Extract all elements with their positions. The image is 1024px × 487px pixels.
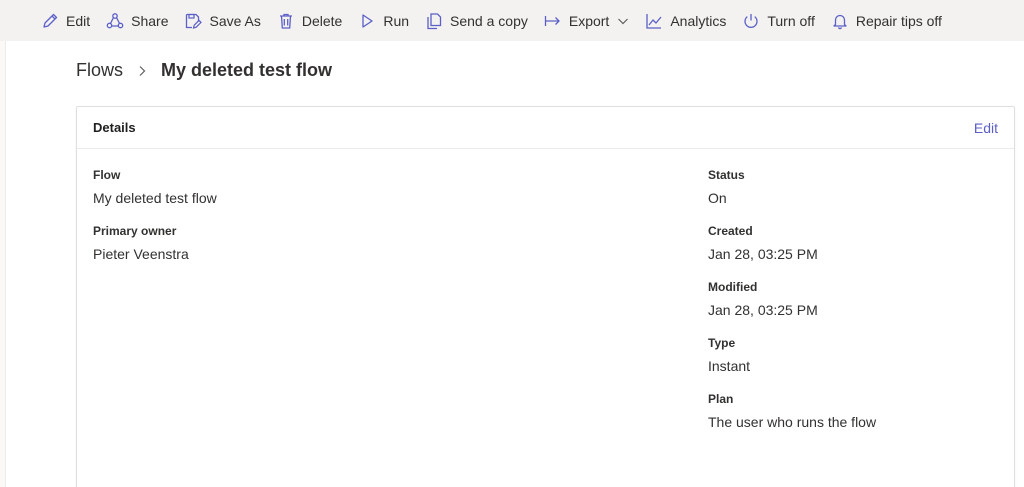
save-as-icon	[184, 12, 203, 30]
created-value: Jan 28, 03:25 PM	[708, 246, 818, 262]
power-icon	[742, 12, 760, 30]
field-flow: Flow My deleted test flow	[93, 167, 653, 208]
field-primary-owner: Primary owner Pieter Veenstra	[93, 223, 653, 264]
analytics-label: Analytics	[670, 12, 727, 29]
type-label: Type	[708, 336, 736, 350]
breadcrumb-flows-link[interactable]: Flows	[76, 60, 123, 81]
share-icon	[106, 12, 124, 30]
bell-icon	[831, 12, 849, 30]
edit-label: Edit	[66, 12, 91, 29]
trash-icon	[277, 12, 295, 30]
export-icon	[544, 12, 562, 30]
modified-value: Jan 28, 03:25 PM	[708, 302, 818, 318]
run-button[interactable]: Run	[358, 0, 409, 41]
edit-button[interactable]: Edit	[41, 0, 90, 41]
details-left-column: Flow My deleted test flow Primary owner …	[93, 167, 653, 279]
chevron-down-icon	[617, 15, 629, 27]
field-plan: Plan The user who runs the flow	[708, 391, 1008, 432]
send-a-copy-label: Send a copy	[450, 12, 528, 29]
pencil-icon	[41, 12, 59, 30]
field-status: Status On	[708, 167, 1008, 208]
send-a-copy-button[interactable]: Send a copy	[425, 0, 528, 41]
status-value: On	[708, 190, 727, 206]
details-card-header: Details Edit	[77, 107, 1014, 149]
turn-off-label: Turn off	[767, 12, 815, 29]
modified-label: Modified	[708, 280, 758, 294]
plan-value: The user who runs the flow	[708, 414, 877, 430]
delete-label: Delete	[301, 12, 343, 29]
analytics-icon	[645, 12, 663, 30]
details-right-column: Status On Created Jan 28, 03:25 PM Modif…	[708, 167, 1008, 447]
primary-owner-value: Pieter Veenstra	[93, 246, 189, 262]
save-as-label: Save As	[209, 12, 261, 29]
created-label: Created	[708, 224, 753, 238]
details-edit-link[interactable]: Edit	[974, 120, 998, 136]
share-label: Share	[131, 12, 169, 29]
analytics-button[interactable]: Analytics	[645, 0, 726, 41]
flow-label: Flow	[93, 168, 121, 182]
run-label: Run	[383, 12, 410, 29]
breadcrumb: Flows My deleted test flow	[76, 60, 332, 81]
type-value: Instant	[708, 358, 751, 374]
share-button[interactable]: Share	[106, 0, 168, 41]
field-modified: Modified Jan 28, 03:25 PM	[708, 279, 1008, 320]
flow-value: My deleted test flow	[93, 190, 217, 206]
field-created: Created Jan 28, 03:25 PM	[708, 223, 1008, 264]
play-icon	[358, 12, 376, 30]
delete-button[interactable]: Delete	[277, 0, 342, 41]
details-title: Details	[93, 120, 136, 135]
repair-tips-off-label: Repair tips off	[855, 12, 942, 29]
details-card: Details Edit Flow My deleted test flow P…	[76, 106, 1015, 487]
chevron-right-icon	[136, 65, 148, 77]
copy-icon	[425, 12, 443, 30]
left-nav-edge	[0, 41, 6, 487]
page-title: My deleted test flow	[161, 60, 333, 80]
primary-owner-label: Primary owner	[93, 224, 177, 238]
save-as-button[interactable]: Save As	[184, 0, 261, 41]
plan-label: Plan	[708, 392, 734, 406]
export-label: Export	[568, 12, 610, 29]
status-label: Status	[708, 168, 745, 182]
command-bar: Edit Share Save As Delete Run Send a cop…	[0, 0, 1024, 41]
field-type: Type Instant	[708, 335, 1008, 376]
export-button[interactable]: Export	[544, 0, 629, 41]
turn-off-button[interactable]: Turn off	[742, 0, 815, 41]
repair-tips-off-button[interactable]: Repair tips off	[831, 0, 942, 41]
